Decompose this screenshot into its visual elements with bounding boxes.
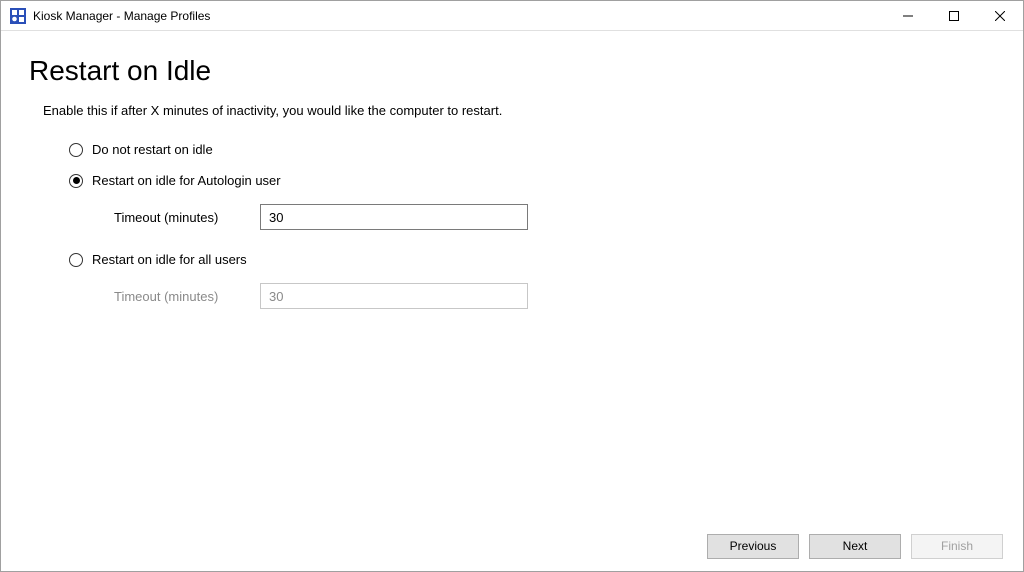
timeout-all-users-row: Timeout (minutes): [114, 283, 983, 309]
finish-button: Finish: [911, 534, 1003, 559]
radio-label: Restart on idle for Autologin user: [92, 173, 281, 188]
page-title: Restart on Idle: [29, 55, 983, 87]
radio-autologin[interactable]: Restart on idle for Autologin user: [69, 173, 983, 188]
previous-button[interactable]: Previous: [707, 534, 799, 559]
timeout-autologin-row: Timeout (minutes): [114, 204, 983, 230]
content-area: Restart on Idle Enable this if after X m…: [1, 31, 1023, 521]
window-controls: [885, 1, 1023, 30]
minimize-button[interactable]: [885, 1, 931, 30]
window-title: Kiosk Manager - Manage Profiles: [33, 9, 885, 23]
titlebar: Kiosk Manager - Manage Profiles: [1, 1, 1023, 31]
radio-label: Do not restart on idle: [92, 142, 213, 157]
maximize-button[interactable]: [931, 1, 977, 30]
timeout-label: Timeout (minutes): [114, 210, 260, 225]
radio-icon: [69, 174, 83, 188]
radio-icon: [69, 253, 83, 267]
radio-icon: [69, 143, 83, 157]
window: Kiosk Manager - Manage Profiles Restart …: [0, 0, 1024, 572]
radio-label: Restart on idle for all users: [92, 252, 247, 267]
timeout-all-users-input: [260, 283, 528, 309]
page-description: Enable this if after X minutes of inacti…: [43, 103, 983, 118]
timeout-label: Timeout (minutes): [114, 289, 260, 304]
timeout-autologin-input[interactable]: [260, 204, 528, 230]
close-button[interactable]: [977, 1, 1023, 30]
footer: Previous Next Finish: [1, 521, 1023, 571]
radio-all-users[interactable]: Restart on idle for all users: [69, 252, 983, 267]
radio-no-restart[interactable]: Do not restart on idle: [69, 142, 983, 157]
radio-group: Do not restart on idle Restart on idle f…: [69, 142, 983, 331]
next-button[interactable]: Next: [809, 534, 901, 559]
app-icon: [10, 8, 26, 24]
